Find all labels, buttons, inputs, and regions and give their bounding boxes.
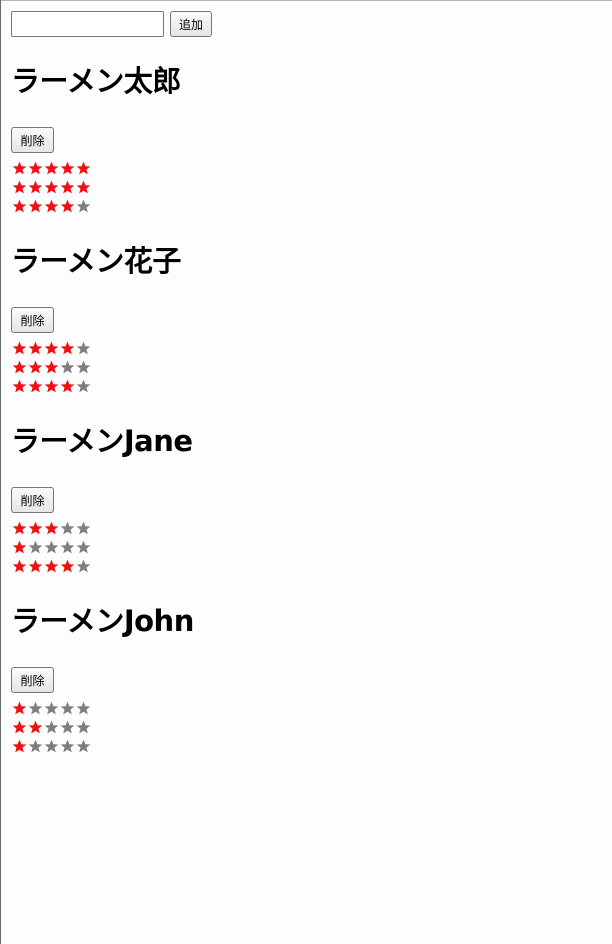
- star-filled-icon: [12, 360, 28, 375]
- add-shop-form: 追加: [11, 11, 212, 37]
- star-filled-icon: [12, 341, 28, 356]
- star-filled-icon: [76, 180, 92, 195]
- star-filled-icon: [12, 180, 28, 195]
- star-filled-icon: [28, 341, 44, 356]
- window-top-border: [1, 0, 612, 1]
- star-empty-icon: [44, 701, 60, 716]
- star-filled-icon: [12, 540, 28, 555]
- star-filled-icon: [28, 379, 44, 394]
- star-empty-icon: [60, 360, 76, 375]
- star-rating: [12, 699, 92, 718]
- star-filled-icon: [60, 180, 76, 195]
- shop-name: ラーメン花子: [11, 244, 181, 278]
- shop-name: ラーメン太郎: [11, 64, 181, 98]
- star-empty-icon: [44, 739, 60, 754]
- star-filled-icon: [44, 199, 60, 214]
- star-filled-icon: [12, 720, 28, 735]
- star-filled-icon: [60, 161, 76, 176]
- star-rating: [12, 339, 92, 358]
- star-empty-icon: [76, 701, 92, 716]
- star-rating: [12, 159, 92, 178]
- shop-item: ラーメンJane 削除: [11, 424, 193, 573]
- shop-item: ラーメン花子 削除: [11, 244, 181, 393]
- star-rating: [12, 178, 92, 197]
- star-filled-icon: [12, 161, 28, 176]
- star-filled-icon: [44, 360, 60, 375]
- delete-button[interactable]: 削除: [11, 127, 54, 153]
- star-rating: [12, 197, 92, 216]
- star-filled-icon: [60, 379, 76, 394]
- star-filled-icon: [12, 701, 28, 716]
- add-button[interactable]: 追加: [170, 11, 212, 37]
- star-rating: [12, 538, 92, 557]
- star-empty-icon: [76, 379, 92, 394]
- shop-item: ラーメン太郎 削除: [11, 64, 181, 213]
- star-rating: [12, 718, 92, 737]
- star-empty-icon: [76, 739, 92, 754]
- star-filled-icon: [12, 739, 28, 754]
- star-filled-icon: [60, 199, 76, 214]
- star-empty-icon: [76, 540, 92, 555]
- star-filled-icon: [28, 521, 44, 536]
- shop-name: ラーメンJohn: [11, 604, 194, 638]
- star-filled-icon: [60, 341, 76, 356]
- star-filled-icon: [12, 559, 28, 574]
- star-empty-icon: [76, 341, 92, 356]
- star-filled-icon: [12, 379, 28, 394]
- star-filled-icon: [12, 199, 28, 214]
- star-empty-icon: [76, 559, 92, 574]
- star-filled-icon: [28, 161, 44, 176]
- star-empty-icon: [44, 540, 60, 555]
- rating-list: [12, 159, 92, 216]
- rating-list: [12, 339, 92, 396]
- star-filled-icon: [28, 559, 44, 574]
- star-empty-icon: [60, 521, 76, 536]
- star-filled-icon: [44, 379, 60, 394]
- rating-list: [12, 519, 92, 576]
- star-empty-icon: [60, 701, 76, 716]
- star-filled-icon: [44, 180, 60, 195]
- star-filled-icon: [28, 360, 44, 375]
- star-empty-icon: [60, 739, 76, 754]
- star-rating: [12, 519, 92, 538]
- star-filled-icon: [28, 180, 44, 195]
- star-filled-icon: [44, 559, 60, 574]
- star-filled-icon: [60, 559, 76, 574]
- rating-list: [12, 699, 92, 756]
- star-empty-icon: [76, 720, 92, 735]
- star-empty-icon: [28, 739, 44, 754]
- star-rating: [12, 557, 92, 576]
- star-filled-icon: [28, 199, 44, 214]
- star-filled-icon: [28, 720, 44, 735]
- star-empty-icon: [60, 720, 76, 735]
- star-filled-icon: [12, 521, 28, 536]
- star-rating: [12, 377, 92, 396]
- delete-button[interactable]: 削除: [11, 667, 54, 693]
- star-rating: [12, 358, 92, 377]
- star-filled-icon: [44, 341, 60, 356]
- star-empty-icon: [76, 199, 92, 214]
- star-filled-icon: [76, 161, 92, 176]
- star-empty-icon: [60, 540, 76, 555]
- star-rating: [12, 737, 92, 756]
- star-empty-icon: [44, 720, 60, 735]
- shop-name-input[interactable]: [11, 11, 164, 37]
- shop-name: ラーメンJane: [11, 424, 193, 458]
- star-empty-icon: [76, 521, 92, 536]
- shop-item: ラーメンJohn 削除: [11, 604, 194, 753]
- star-filled-icon: [44, 161, 60, 176]
- delete-button[interactable]: 削除: [11, 307, 54, 333]
- star-empty-icon: [28, 540, 44, 555]
- delete-button[interactable]: 削除: [11, 487, 54, 513]
- star-empty-icon: [28, 701, 44, 716]
- star-filled-icon: [44, 521, 60, 536]
- star-empty-icon: [76, 360, 92, 375]
